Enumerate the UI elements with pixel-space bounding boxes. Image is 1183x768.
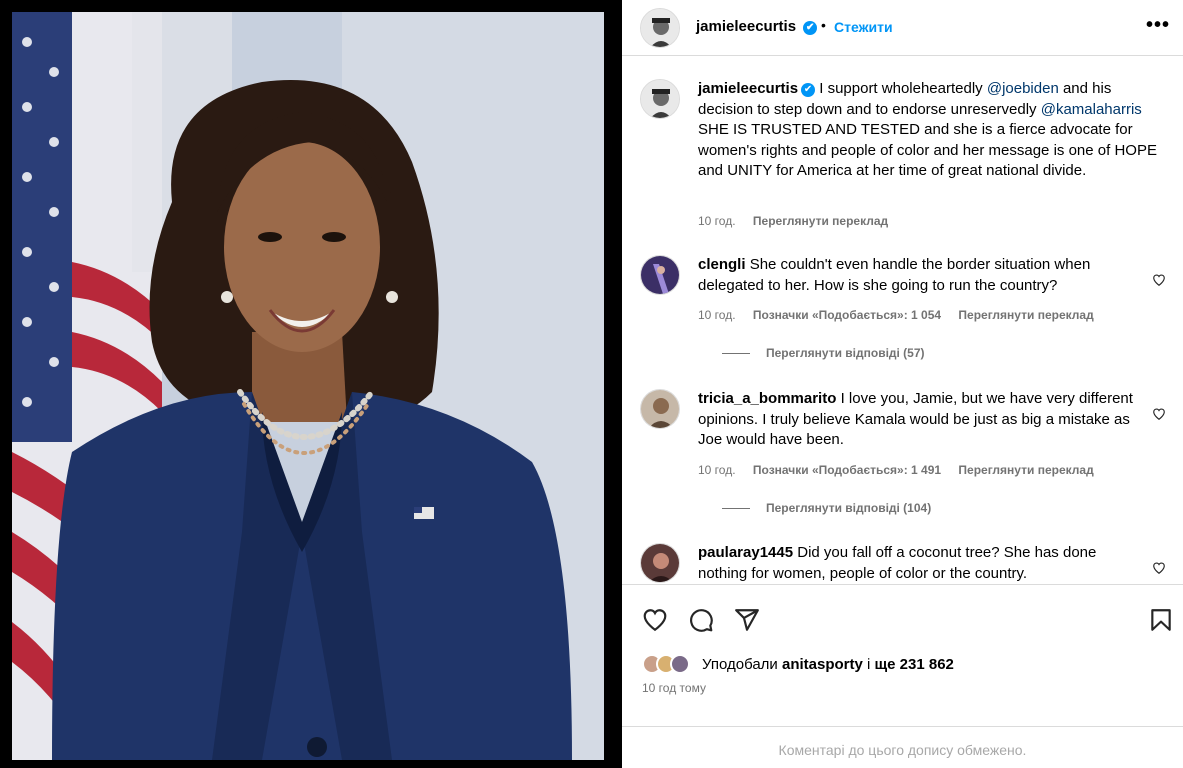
- comment-time[interactable]: 10 год.: [698, 463, 736, 477]
- comment-text: clengli She couldn't even handle the bor…: [698, 255, 1138, 296]
- comment-likes-count[interactable]: Позначки «Подобається»: 1 054: [753, 308, 941, 322]
- verified-badge-icon: ✔: [803, 21, 818, 35]
- follow-button[interactable]: Стежити: [834, 19, 893, 35]
- caption-text-part3: SHE IS TRUSTED AND TESTED and she is a f…: [698, 121, 1157, 179]
- post-details-panel: jamieleecurtis ✔ • Стежити ••• jamieleec…: [622, 0, 1183, 768]
- view-replies-label[interactable]: Переглянути відповіді (104): [766, 501, 931, 515]
- liked-by-middle: і: [862, 656, 875, 673]
- caption-username[interactable]: jamieleecurtis: [698, 80, 798, 97]
- mention-kamalaharris[interactable]: @kamalaharris: [1041, 101, 1142, 118]
- post-photo[interactable]: [12, 12, 604, 760]
- separator-dot: •: [821, 17, 826, 33]
- comment-like-heart-icon[interactable]: [1152, 561, 1166, 575]
- share-icon[interactable]: [734, 607, 760, 633]
- caption-text: jamieleecurtis ✔ I support wholeheartedly…: [698, 79, 1166, 182]
- comment-translate-link[interactable]: Переглянути переклад: [958, 463, 1093, 477]
- view-replies-label[interactable]: Переглянути відповіді (57): [766, 346, 925, 360]
- portrait-image: [12, 12, 604, 760]
- view-replies-button[interactable]: Переглянути відповіді (104): [722, 501, 931, 515]
- caption-text-part1: I support wholeheartedly: [819, 80, 987, 97]
- liked-by-user[interactable]: anitasporty: [782, 656, 863, 673]
- view-replies-button[interactable]: Переглянути відповіді (57): [722, 346, 925, 360]
- author-avatar[interactable]: [640, 8, 680, 48]
- bookmark-icon[interactable]: [1148, 607, 1174, 633]
- caption-avatar[interactable]: [640, 79, 680, 119]
- liked-by-text: Уподобали anitasporty і ще 231 862: [702, 656, 954, 673]
- replies-divider: [722, 353, 750, 355]
- comment-text: paularay1445 Did you fall off a coconut …: [698, 543, 1138, 584]
- comment-meta: 10 год. Позначки «Подобається»: 1 491 Пе…: [698, 463, 1108, 477]
- comment-like-heart-icon[interactable]: [1152, 273, 1166, 287]
- comment-username[interactable]: paularay1445: [698, 544, 793, 561]
- liker-avatar: [670, 654, 690, 674]
- mention-joebiden[interactable]: @joebiden: [987, 80, 1059, 97]
- comment-avatar[interactable]: [640, 543, 680, 583]
- liked-by-prefix: Уподобали: [702, 656, 782, 673]
- comment-avatar[interactable]: [640, 255, 680, 295]
- heart-icon[interactable]: [642, 607, 668, 633]
- comments-restricted-notice: Коментарі до цього допису обмежено.: [778, 742, 1027, 758]
- caption-meta: 10 год. Переглянути переклад: [698, 214, 902, 228]
- post-header: jamieleecurtis ✔ • Стежити •••: [622, 0, 1183, 56]
- comment-username[interactable]: tricia_a_bommarito: [698, 390, 836, 407]
- liked-by-count[interactable]: ще 231 862: [875, 656, 954, 673]
- author-username[interactable]: jamieleecurtis ✔: [696, 18, 818, 35]
- comments-list[interactable]: jamieleecurtis ✔ I support wholeheartedly…: [622, 57, 1183, 584]
- verified-badge-icon: ✔: [801, 83, 816, 97]
- comment-translate-link[interactable]: Переглянути переклад: [958, 308, 1093, 322]
- post-media-panel: [0, 0, 622, 768]
- post-timestamp[interactable]: 10 год тому: [642, 681, 706, 695]
- comment-meta: 10 год. Позначки «Подобається»: 1 054 Пе…: [698, 308, 1108, 322]
- post-actions: Уподобали anitasporty і ще 231 862 10 го…: [622, 584, 1183, 744]
- more-options-icon[interactable]: •••: [1146, 14, 1170, 37]
- comment-username[interactable]: clengli: [698, 256, 746, 273]
- comment-time[interactable]: 10 год.: [698, 308, 736, 322]
- comment-body: She couldn't even handle the border situ…: [698, 256, 1091, 294]
- author-username-text[interactable]: jamieleecurtis: [696, 18, 796, 35]
- caption-time[interactable]: 10 год.: [698, 214, 736, 228]
- comment-avatar[interactable]: [640, 389, 680, 429]
- comment-like-heart-icon[interactable]: [1152, 407, 1166, 421]
- comment-icon[interactable]: [688, 607, 714, 633]
- comments-restricted-footer: Коментарі до цього допису обмежено.: [622, 726, 1183, 768]
- instagram-post-modal: jamieleecurtis ✔ • Стежити ••• jamieleec…: [0, 0, 1183, 768]
- comment-text: tricia_a_bommarito I love you, Jamie, bu…: [698, 389, 1138, 451]
- comment-likes-count[interactable]: Позначки «Подобається»: 1 491: [753, 463, 941, 477]
- replies-divider: [722, 508, 750, 510]
- caption-translate-link[interactable]: Переглянути переклад: [753, 214, 888, 228]
